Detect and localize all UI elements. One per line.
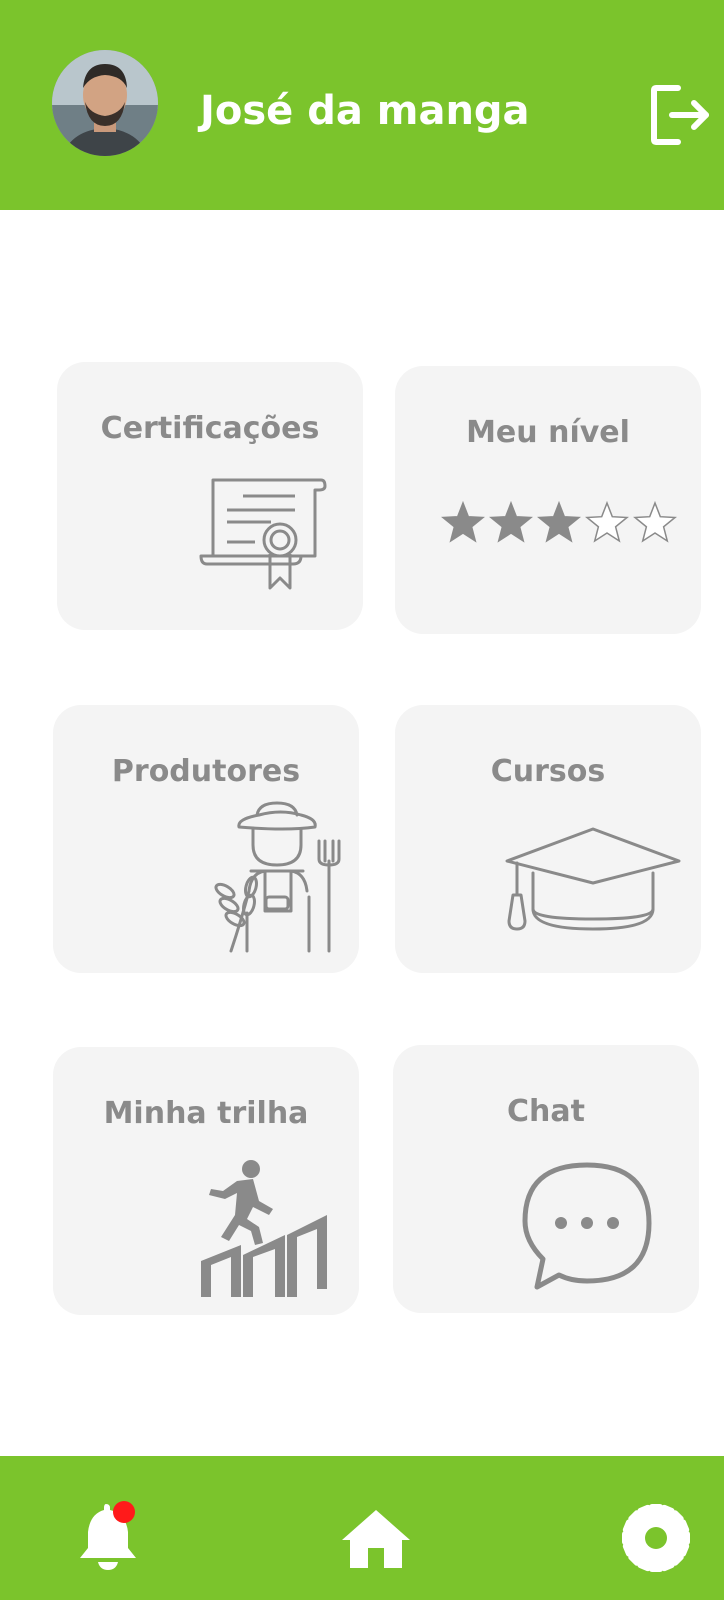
card-title: Cursos [490,754,606,789]
card-title: Produtores [111,754,301,789]
climbing-steps-icon [201,1160,327,1297]
card-title: Minha trilha [103,1096,309,1131]
card-title: Certificações [100,411,320,446]
avatar[interactable] [52,50,158,156]
logout-icon [651,85,709,145]
graduation-cap-icon [505,827,681,931]
star-filled-icon [537,500,581,543]
notification-dot [113,1501,135,1523]
home-icon [342,1510,410,1568]
bell-icon [80,1501,136,1570]
star-empty-icon [633,500,677,543]
farmer-icon [214,801,341,953]
card-chat[interactable]: Chat [393,1045,699,1313]
card-minha-trilha[interactable]: Minha trilha [53,1047,359,1315]
star-filled-icon [489,500,533,543]
star-filled-icon [441,500,485,543]
stars-rating [441,500,677,543]
bottom-nav [0,1456,724,1600]
avatar-photo [52,50,158,156]
certificate-icon [199,478,327,590]
card-certificacoes[interactable]: Certificações [57,362,363,630]
chat-bubble-icon [522,1162,652,1290]
card-title: Chat [507,1094,585,1129]
settings-button[interactable] [622,1504,690,1572]
card-produtores[interactable]: Produtores [53,705,359,973]
notifications-button[interactable] [76,1500,142,1572]
app-header: José da manga [0,0,724,210]
card-meu-nivel[interactable]: Meu nível [395,366,701,634]
logout-button[interactable] [650,84,712,146]
gear-icon [622,1504,690,1572]
star-empty-icon [585,500,629,543]
home-button[interactable] [340,1508,412,1570]
card-title: Meu nível [466,415,630,450]
user-name: José da manga [200,88,530,134]
card-cursos[interactable]: Cursos [395,705,701,973]
